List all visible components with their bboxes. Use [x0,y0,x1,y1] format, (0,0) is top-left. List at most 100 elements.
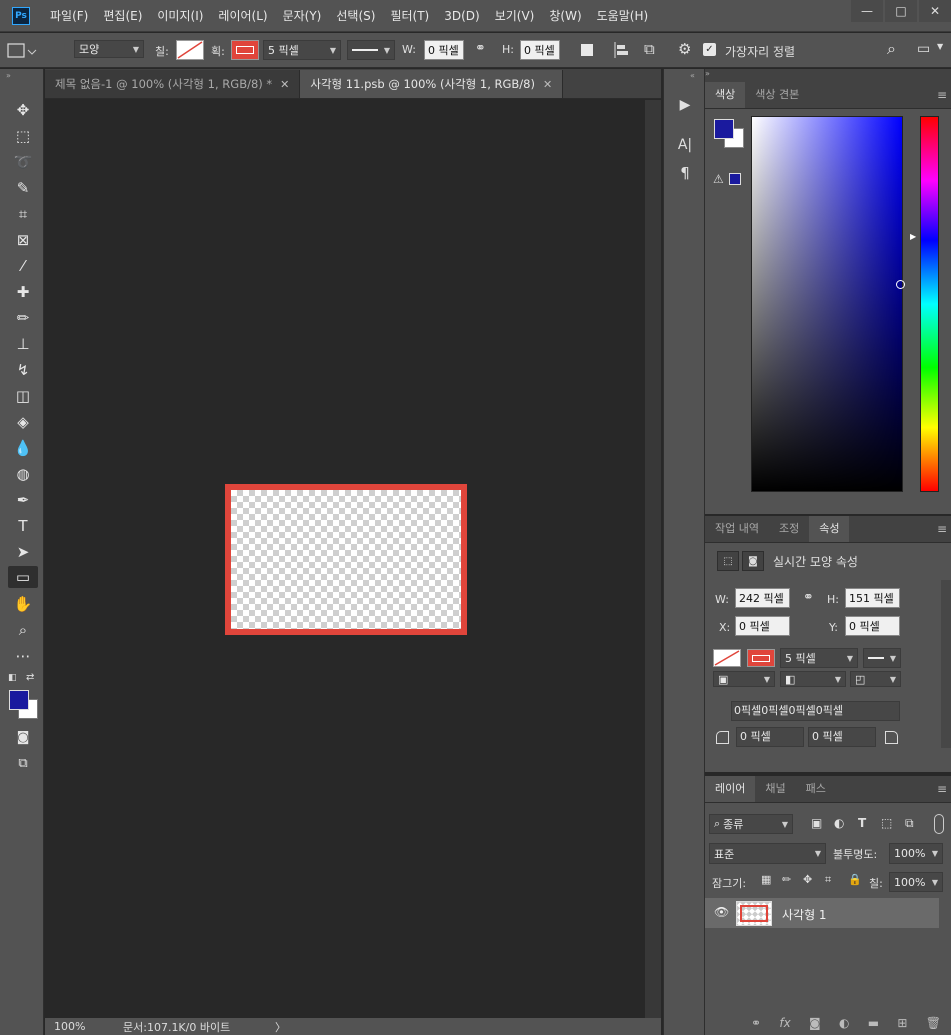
corner-radius-all-input[interactable]: 0픽셀0픽셀0픽셀0픽셀 [731,701,900,721]
layer-filter-dropdown[interactable]: ⌕ 종류 ▼ [709,814,793,834]
width-input[interactable]: 0 픽셀 [424,40,464,60]
eyedropper-icon[interactable]: ⁄ [8,255,38,277]
lasso-icon[interactable]: ➰ [8,151,38,173]
hue-slider[interactable] [920,116,939,492]
fill-dropdown[interactable]: 100% ▼ [889,872,943,892]
prop-fill-swatch[interactable] [713,649,741,667]
tab-rectangle-psb[interactable]: 사각형 11.psb @ 100% (사각형 1, RGB/8) ✕ [300,70,564,98]
prop-stroke-type-dropdown[interactable]: ▼ [863,648,901,668]
quick-mask-icon[interactable]: ◙ [8,727,38,749]
tab-history[interactable]: 작업 내역 [705,516,769,542]
quick-select-icon[interactable]: ✎ [8,177,38,199]
link-icon[interactable]: ⚭ [475,41,486,56]
menu-type[interactable]: 문자(Y) [283,0,322,32]
swap-colors-icon[interactable]: ⇄ [26,672,34,683]
folder-icon[interactable]: ▬ [868,1016,879,1030]
mask-icon[interactable]: ◙ [742,551,764,571]
rectangle-icon[interactable]: ▭ [8,566,38,588]
stroke-caps-dropdown[interactable]: ◧ ▼ [780,671,846,687]
lock-artboard-icon[interactable]: ⌗ [825,873,831,887]
minimize-button[interactable]: — [851,0,883,22]
trash-icon[interactable]: 🗑 [926,1016,941,1030]
panel-menu-icon[interactable]: ≡ [937,782,947,796]
fx-icon[interactable]: fx [779,1016,790,1030]
maximize-button[interactable]: □ [885,0,917,22]
crop-icon[interactable]: ⌗ [8,203,38,225]
close-icon[interactable]: ✕ [280,78,289,91]
tab-paths[interactable]: 패스 [796,776,836,802]
move-icon[interactable]: ✥ [8,99,38,121]
close-button[interactable]: ✕ [919,0,951,22]
saturation-value-picker[interactable] [751,116,903,492]
workspace-icon[interactable]: ▭ [917,41,930,57]
zoom-icon[interactable]: ⌕ [8,619,38,641]
paragraph-icon[interactable]: ¶ [672,161,698,185]
stamp-icon[interactable]: ⊥ [8,333,38,355]
menu-view[interactable]: 보기(V) [495,0,535,32]
expand-arrows-icon[interactable]: « [690,71,695,80]
stroke-align-dropdown[interactable]: ▣ ▼ [713,671,775,687]
play-icon[interactable]: ▶ [672,93,698,117]
type-layer-filter-icon[interactable]: T [858,816,866,830]
tab-adjustments[interactable]: 조정 [769,516,809,542]
new-layer-icon[interactable]: ⊞ [897,1016,907,1030]
panel-menu-icon[interactable]: ≡ [937,522,947,536]
mode-dropdown[interactable]: 모양 ▼ [74,40,144,58]
tab-untitled[interactable]: 제목 없음-1 @ 100% (사각형 1, RGB/8) * ✕ [45,70,301,98]
rectangle-shape[interactable] [225,484,467,635]
tool-preset-picker[interactable] [4,41,38,61]
prop-height-input[interactable]: 151 픽셀 [845,588,900,608]
pen-icon[interactable]: ✒ [8,489,38,511]
lock-all-icon[interactable]: 🔒 [848,873,862,886]
tab-color[interactable]: 색상 [705,82,746,108]
smart-object-filter-icon[interactable]: ⧉ [905,816,914,831]
menu-edit[interactable]: 편집(E) [103,0,142,32]
stroke-width-dropdown[interactable]: 5 픽셀 ▼ [263,40,341,60]
opacity-dropdown[interactable]: 100% ▼ [889,843,943,864]
gamut-color-swatch[interactable] [729,173,741,185]
layer-row[interactable]: 👁 사각형 1 [705,898,939,928]
character-icon[interactable]: A| [672,133,698,157]
menu-file[interactable]: 파일(F) [50,0,88,32]
status-menu-arrow[interactable]: 〉 [275,1019,286,1035]
shape-layer-filter-icon[interactable]: ⬚ [881,816,892,830]
eye-icon[interactable]: 👁 [714,905,729,919]
path-alignment-icon[interactable] [612,41,630,59]
corner-bottom-right-input[interactable]: 0 픽셀 [808,727,876,747]
zoom-level[interactable]: 100% [54,1020,109,1033]
color-picker-cursor[interactable] [896,280,905,289]
menu-3d[interactable]: 3D(D) [444,0,479,32]
align-edges-checkbox[interactable]: ✓ [703,43,716,56]
prop-stroke-width-dropdown[interactable]: 5 픽셀 ▼ [780,648,858,668]
screen-mode-icon[interactable]: ⧉ [8,753,38,775]
brush-icon[interactable]: ✏ [8,307,38,329]
close-icon[interactable]: ✕ [543,78,552,91]
tab-properties[interactable]: 속성 [809,516,850,542]
fill-swatch[interactable] [176,40,204,60]
type-icon[interactable]: T [8,515,38,537]
menu-layer[interactable]: 레이어(L) [218,0,267,32]
stroke-corners-dropdown[interactable]: ◰ ▼ [850,671,901,687]
path-arrangement-icon[interactable]: ⧉ [644,40,655,58]
stroke-swatch[interactable] [231,40,259,60]
blend-mode-dropdown[interactable]: 표준 ▼ [709,843,826,864]
prop-y-input[interactable]: 0 픽셀 [845,616,900,636]
adjustment-layer-filter-icon[interactable]: ◐ [834,816,844,830]
link-icon[interactable]: ⚭ [751,1016,761,1030]
vertical-scrollbar[interactable] [645,100,661,1018]
mask-icon[interactable]: ◙ [809,1016,821,1030]
bucket-icon[interactable]: ◈ [8,411,38,433]
prop-width-input[interactable]: 242 픽셀 [735,588,790,608]
tab-swatches[interactable]: 색상 견본 [745,82,809,108]
prop-stroke-swatch[interactable] [747,649,775,667]
more-icon[interactable]: ⋯ [8,645,38,667]
filter-toggle-icon[interactable] [934,814,944,834]
path-select-icon[interactable]: ➤ [8,541,38,563]
panel-menu-icon[interactable]: ≡ [937,88,947,102]
prop-x-input[interactable]: 0 픽셀 [735,616,790,636]
frame-icon[interactable]: ⊠ [8,229,38,251]
history-brush-icon[interactable]: ↯ [8,359,38,381]
properties-scrollbar[interactable] [941,580,951,748]
blur-icon[interactable]: 💧 [8,437,38,459]
menu-help[interactable]: 도움말(H) [597,0,649,32]
